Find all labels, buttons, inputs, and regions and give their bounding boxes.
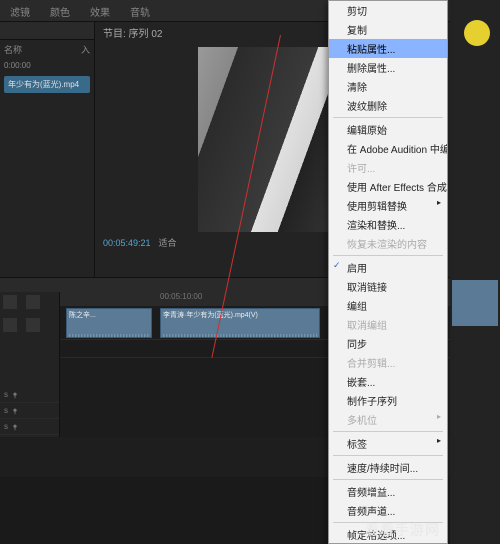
menu-item-渲染和替换[interactable]: 渲染和替换... bbox=[329, 215, 447, 234]
menu-item-粘贴属性[interactable]: 粘贴属性... bbox=[329, 39, 447, 58]
menu-separator bbox=[333, 455, 443, 456]
mic-icon[interactable] bbox=[11, 407, 19, 415]
menu-item-波纹删除[interactable]: 波纹删除 bbox=[329, 96, 447, 115]
menu-item-编组[interactable]: 编组 bbox=[329, 296, 447, 315]
menu-item-label: 音频增益... bbox=[347, 488, 395, 499]
menu-item-取消编组: 取消编组 bbox=[329, 315, 447, 334]
menu-item-恢复未渲染的内容: 恢复未渲染的内容 bbox=[329, 234, 447, 253]
menu-item-删除属性[interactable]: 删除属性... bbox=[329, 58, 447, 77]
menu-item-label: 多机位 bbox=[347, 416, 377, 427]
current-timecode[interactable]: 00:05:49:21 bbox=[103, 238, 151, 248]
audio-track-row[interactable]: s bbox=[0, 419, 59, 435]
menu-item-许可: 许可... bbox=[329, 158, 447, 177]
menu-item-label: 清除 bbox=[347, 83, 367, 94]
snap-toggle-icon[interactable] bbox=[3, 295, 17, 309]
timeline-toolbar bbox=[0, 292, 60, 387]
mic-icon[interactable] bbox=[11, 423, 19, 431]
menu-item-音频声道[interactable]: 音频声道... bbox=[329, 501, 447, 520]
menu-separator bbox=[333, 431, 443, 432]
menu-item-label: 使用剪辑替换 bbox=[347, 202, 407, 213]
source-thumbnail[interactable] bbox=[452, 280, 498, 326]
menu-item-label: 嵌套... bbox=[347, 378, 375, 389]
menu-item-label: 启用 bbox=[347, 264, 367, 275]
clip-context-menu: 剪切复制粘贴属性... 删除属性... 清除波纹删除编辑原始在 Adobe Audi… bbox=[328, 0, 448, 544]
project-clip-item[interactable]: 年少有为(蓝光).mp4 bbox=[4, 76, 90, 93]
menu-separator bbox=[333, 255, 443, 256]
audio-track-row[interactable]: s bbox=[0, 387, 59, 403]
audio-track-row[interactable]: s bbox=[0, 403, 59, 419]
menu-item-剪切[interactable]: 剪切 bbox=[329, 1, 447, 20]
menu-item-音频增益[interactable]: 音频增益... bbox=[329, 482, 447, 501]
zoom-fit-dropdown[interactable]: 适合 bbox=[159, 236, 177, 249]
menu-item-嵌套[interactable]: 嵌套... bbox=[329, 372, 447, 391]
menu-item-label: 同步 bbox=[347, 340, 367, 351]
menu-item-复制[interactable]: 复制 bbox=[329, 20, 447, 39]
menu-item-制作子序列[interactable]: 制作子序列 bbox=[329, 391, 447, 410]
menu-item-使用剪辑替换[interactable]: 使用剪辑替换 bbox=[329, 196, 447, 215]
menu-item-清除[interactable]: 清除 bbox=[329, 77, 447, 96]
menu-item-label: 渲染和替换... bbox=[347, 221, 405, 232]
check-icon: ✓ bbox=[333, 260, 341, 271]
link-toggle-icon[interactable] bbox=[26, 295, 40, 309]
col-in[interactable]: 入 bbox=[81, 43, 90, 56]
menu-item-使用AfterEffects合成替换[interactable]: 使用 After Effects 合成替换 bbox=[329, 177, 447, 196]
menu-item-label: 速度/持续时间... bbox=[347, 464, 418, 475]
menu-item-合并剪辑: 合并剪辑... bbox=[329, 353, 447, 372]
menu-item-速度持续时间[interactable]: 速度/持续时间... bbox=[329, 458, 447, 477]
menu-item-label: 删除属性... bbox=[347, 64, 395, 75]
tab-audio[interactable]: 音轨 bbox=[120, 0, 160, 21]
menu-item-label: 标签 bbox=[347, 440, 367, 451]
menu-item-同步[interactable]: 同步 bbox=[329, 334, 447, 353]
menu-item-label: 取消编组 bbox=[347, 321, 387, 332]
source-monitor-strip bbox=[450, 0, 500, 544]
audio-track-headers: s s s bbox=[0, 387, 60, 437]
menu-item-label: 许可... bbox=[347, 164, 375, 175]
clip-timecode: 0:00:00 bbox=[0, 59, 94, 72]
menu-item-label: 取消链接 bbox=[347, 283, 387, 294]
menu-item-label: 恢复未渲染的内容 bbox=[347, 240, 427, 251]
menu-separator bbox=[333, 479, 443, 480]
solo-label[interactable]: s bbox=[4, 422, 8, 431]
solo-label[interactable]: s bbox=[4, 390, 8, 399]
timeline-clip-2[interactable]: 李青涛·年少有为(蓝光).mp4(V) bbox=[160, 308, 320, 338]
menu-item-label: 制作子序列 bbox=[347, 397, 397, 408]
timeline-clip-1[interactable]: 陈之辛... bbox=[66, 308, 152, 338]
clip-label: 陈之辛... bbox=[69, 312, 96, 319]
menu-item-取消链接[interactable]: 取消链接 bbox=[329, 277, 447, 296]
menu-item-label: 复制 bbox=[347, 26, 367, 37]
menu-item-label: 波纹删除 bbox=[347, 102, 387, 113]
menu-item-在AdobeAudition中编辑剪辑[interactable]: 在 Adobe Audition 中编辑剪辑 bbox=[329, 139, 447, 158]
tab-effects[interactable]: 效果 bbox=[80, 0, 120, 21]
clip-label: 李青涛·年少有为(蓝光).mp4(V) bbox=[163, 312, 258, 319]
menu-item-label: 音频声道... bbox=[347, 507, 395, 518]
app-badge-icon bbox=[464, 20, 490, 46]
menu-item-启用[interactable]: ✓ 启用 bbox=[329, 258, 447, 277]
menu-item-label: 粘贴属性... bbox=[347, 45, 395, 56]
project-panel-header bbox=[0, 22, 94, 40]
settings-wrench-icon[interactable] bbox=[26, 318, 40, 332]
menu-item-编辑原始[interactable]: 编辑原始 bbox=[329, 120, 447, 139]
solo-label[interactable]: s bbox=[4, 406, 8, 415]
project-panel: 名称 入 0:00:00 年少有为(蓝光).mp4 bbox=[0, 22, 95, 277]
menu-item-多机位: 多机位 bbox=[329, 410, 447, 429]
menu-item-label: 合并剪辑... bbox=[347, 359, 395, 370]
menu-separator bbox=[333, 117, 443, 118]
mic-icon[interactable] bbox=[11, 391, 19, 399]
menu-item-label: 剪切 bbox=[347, 7, 367, 18]
clip-waveform-icon bbox=[163, 334, 317, 338]
menu-item-label: 编辑原始 bbox=[347, 126, 387, 137]
tab-filter[interactable]: 滤镜 bbox=[0, 0, 40, 21]
menu-item-label: 编组 bbox=[347, 302, 367, 313]
marker-icon[interactable] bbox=[3, 318, 17, 332]
menu-item-label: 使用 After Effects 合成替换 bbox=[347, 183, 448, 194]
watermark-text: 看看手游网 bbox=[365, 520, 440, 540]
ruler-tick-label: 00:05:10:00 bbox=[160, 292, 202, 301]
clip-waveform-icon bbox=[69, 334, 149, 338]
col-name[interactable]: 名称 bbox=[4, 43, 81, 56]
tab-color[interactable]: 颜色 bbox=[40, 0, 80, 21]
project-columns: 名称 入 bbox=[0, 40, 94, 59]
menu-item-标签[interactable]: 标签 bbox=[329, 434, 447, 453]
menu-item-label: 在 Adobe Audition 中编辑剪辑 bbox=[347, 145, 448, 156]
